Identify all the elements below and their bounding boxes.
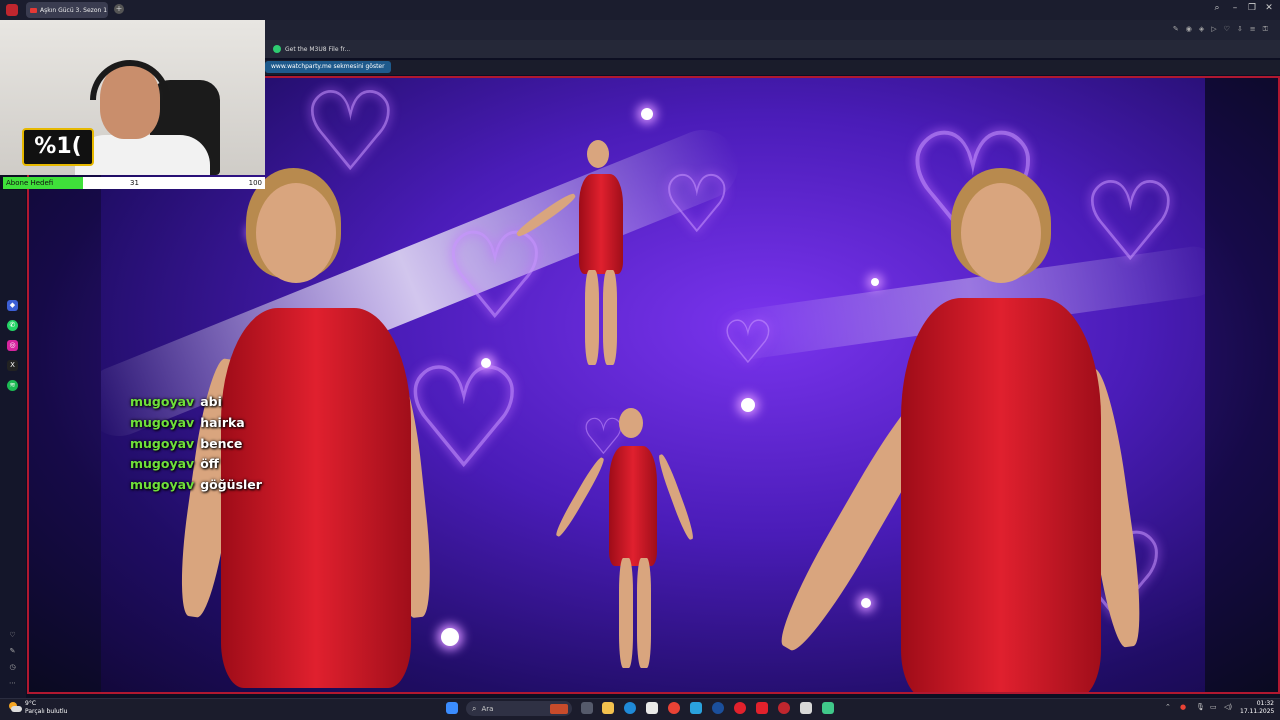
sub-goal-current: 31 bbox=[130, 179, 139, 187]
heart-shape: ♡ bbox=[721, 308, 775, 378]
sidebar-app-icon[interactable]: ◆ bbox=[7, 300, 18, 311]
chat-username: mugoyav bbox=[130, 414, 195, 430]
heart-icon[interactable]: ♡ bbox=[1224, 25, 1230, 34]
steam-icon[interactable] bbox=[712, 702, 724, 714]
sub-goal-label: Abone Hedefi bbox=[6, 179, 54, 187]
clock-date: 17.11.2025 bbox=[1240, 708, 1275, 715]
taskbar-search[interactable]: ⌕ Ara bbox=[466, 701, 572, 716]
chat-message: mugoyav öff bbox=[130, 456, 262, 477]
chat-text: hairka bbox=[200, 414, 245, 430]
headset-icon bbox=[90, 60, 170, 100]
info-bar bbox=[265, 60, 1280, 75]
chat-text: öff bbox=[200, 456, 219, 472]
browser-app-icon[interactable] bbox=[778, 702, 790, 714]
more-icon[interactable]: ⋯ bbox=[7, 678, 18, 689]
chat-text: bence bbox=[200, 435, 243, 451]
sparkle bbox=[741, 398, 755, 412]
windows-start-icon[interactable] bbox=[446, 702, 458, 714]
youtube-app-icon[interactable] bbox=[756, 702, 768, 714]
chat-text: abi bbox=[200, 394, 222, 409]
browser-tab-active[interactable]: Aşkın Gücü 3. Sezon 1 bbox=[26, 2, 108, 18]
chat-message: mugoyav bence bbox=[130, 436, 262, 457]
weather-cloud-icon bbox=[9, 702, 22, 713]
volume-icon[interactable]: ◁) bbox=[1224, 703, 1232, 711]
chat-username: mugoyav bbox=[130, 435, 195, 451]
chat-text: göğüsler bbox=[200, 477, 262, 493]
spotify-icon[interactable]: ≋ bbox=[7, 380, 18, 391]
weather-description: Parçalı bulutlu bbox=[25, 708, 68, 715]
notes-icon[interactable]: ✎ bbox=[7, 646, 18, 657]
chat-message: mugoyav göğüsler bbox=[130, 477, 262, 498]
search-icon: ⌕ bbox=[472, 703, 477, 713]
new-tab-button[interactable]: + bbox=[114, 4, 124, 14]
edit-icon[interactable]: ✎ bbox=[1173, 25, 1179, 34]
dancer-small-bottom bbox=[553, 408, 697, 678]
menu-icon[interactable]: ≡ bbox=[1250, 25, 1256, 34]
camera-icon[interactable]: ◉ bbox=[1186, 25, 1192, 34]
sparkle bbox=[641, 108, 653, 120]
search-placeholder: Ara bbox=[481, 704, 494, 713]
tray-app-icon[interactable]: ● bbox=[1180, 703, 1186, 711]
close-button[interactable]: ✕ bbox=[1262, 3, 1276, 13]
heart-shape: ♡ bbox=[661, 158, 733, 251]
chrome-icon[interactable] bbox=[668, 702, 680, 714]
video-frame: ♡ ♡ ♡ ♡ ♡ ♡ ♡ ♡ ♡ bbox=[101, 78, 1205, 692]
show-tab-pill[interactable]: www.watchparty.me sekmesini göster bbox=[265, 61, 391, 73]
x-twitter-icon[interactable]: X bbox=[7, 360, 18, 371]
chat-username: mugoyav bbox=[130, 394, 195, 409]
history-icon[interactable]: ◷ bbox=[7, 662, 18, 673]
search-icon[interactable]: ⌕ bbox=[1210, 3, 1224, 13]
store-icon[interactable] bbox=[646, 702, 658, 714]
dancer-small-top bbox=[514, 140, 651, 370]
microphone-icon[interactable]: 🎙 bbox=[1196, 703, 1205, 711]
sub-goal-target: 100 bbox=[248, 179, 262, 187]
browser-logo-icon[interactable] bbox=[6, 4, 18, 16]
favorites-icon[interactable]: ♡ bbox=[7, 630, 18, 641]
clock-time: 01:32 bbox=[1256, 700, 1274, 707]
lock-icon[interactable]: ⚿ bbox=[1263, 25, 1268, 34]
play-icon[interactable]: ▷ bbox=[1211, 25, 1216, 34]
chat-message: mugoyav abi bbox=[130, 394, 262, 415]
whatsapp-icon[interactable]: ✆ bbox=[7, 320, 18, 331]
chat-username: mugoyav bbox=[130, 477, 195, 493]
search-highlight-icon bbox=[550, 703, 568, 714]
bookmark-icon bbox=[273, 45, 281, 53]
restore-button[interactable]: ❐ bbox=[1245, 3, 1259, 13]
network-icon[interactable]: ▭ bbox=[1210, 703, 1217, 711]
media-player-icon[interactable] bbox=[734, 702, 746, 714]
sub-goal-bar: Abone Hedefi 31 100 bbox=[3, 177, 265, 189]
browser-sidebar bbox=[0, 190, 26, 700]
chat-username: mugoyav bbox=[130, 456, 195, 472]
youtube-icon bbox=[30, 7, 37, 13]
telegram-icon[interactable] bbox=[690, 702, 702, 714]
browser-tab-bar bbox=[0, 0, 1280, 20]
bookmark-item[interactable]: Get the M3U8 File fr... bbox=[285, 46, 350, 53]
app-icon[interactable] bbox=[822, 702, 834, 714]
streamer-shirt bbox=[75, 135, 210, 175]
webcam-overlay: %1( bbox=[0, 20, 265, 175]
bookmarks-bar: Get the M3U8 File fr... bbox=[265, 40, 1280, 58]
download-icon[interactable]: ⇩ bbox=[1237, 25, 1243, 34]
neon-sign: %1( bbox=[22, 128, 94, 166]
windows-taskbar bbox=[0, 698, 1280, 720]
chat-message: mugoyav hairka bbox=[130, 415, 262, 436]
instagram-icon[interactable]: ◎ bbox=[7, 340, 18, 351]
taskbar-clock[interactable]: 01:32 17.11.2025 bbox=[1240, 700, 1274, 716]
browser-toolbar bbox=[265, 20, 1280, 40]
toolbar-icons: ✎ ◉ ◈ ▷ ♡ ⇩ ≡ ⚿ bbox=[1173, 25, 1268, 34]
tab-title: Aşkın Gücü 3. Sezon 1 bbox=[40, 6, 108, 14]
weather-temperature: 9°C bbox=[25, 700, 37, 707]
tray-chevron-icon[interactable]: ⌃ bbox=[1165, 703, 1171, 711]
file-explorer-icon[interactable] bbox=[602, 702, 614, 714]
minimize-button[interactable]: – bbox=[1228, 3, 1242, 13]
edge-icon[interactable] bbox=[624, 702, 636, 714]
obs-icon[interactable] bbox=[800, 702, 812, 714]
dancer-right bbox=[768, 168, 1161, 692]
chat-overlay: mugoyav abi mugoyav hairka mugoyav bence mugoy… bbox=[130, 394, 262, 498]
sparkle bbox=[481, 358, 491, 368]
weather-widget[interactable]: 9°C Parçalı bulutlu bbox=[25, 700, 67, 716]
task-view-icon[interactable] bbox=[581, 702, 593, 714]
shield-icon[interactable]: ◈ bbox=[1199, 25, 1204, 34]
